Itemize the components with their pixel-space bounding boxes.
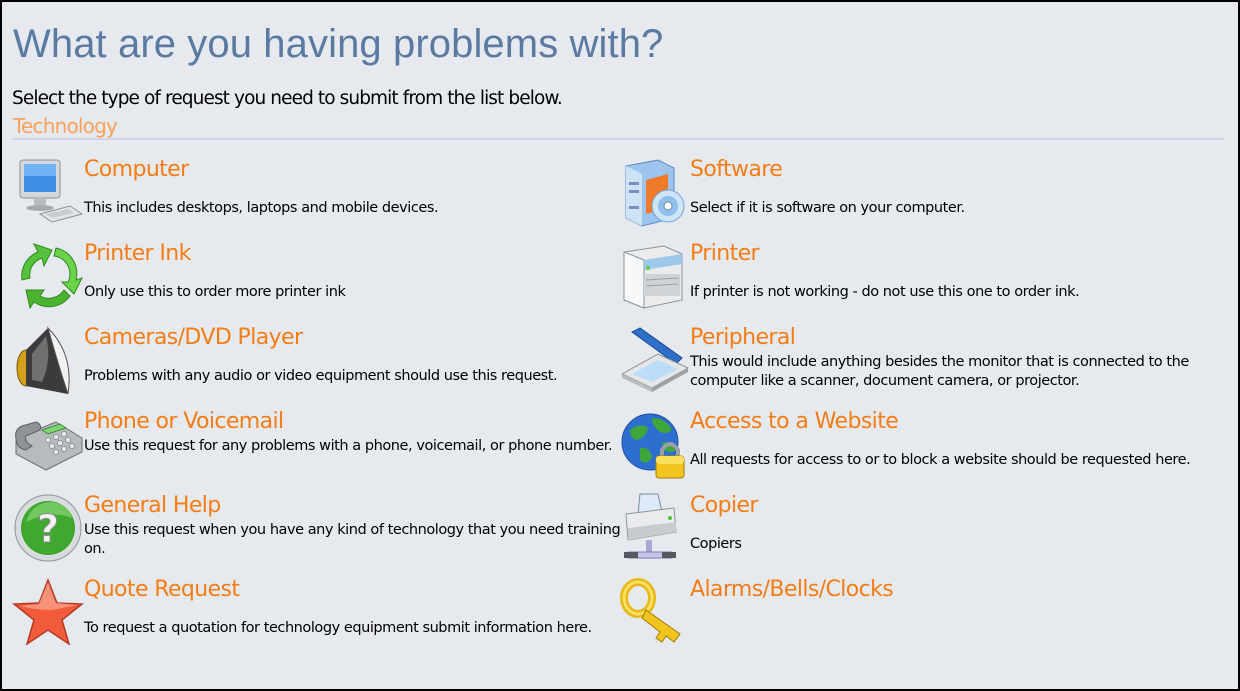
request-item-title[interactable]: Alarms/Bells/Clocks: [690, 577, 894, 603]
request-item-title[interactable]: Printer Ink: [84, 241, 191, 267]
request-item-computer[interactable]: Computer This includes desktops, laptops…: [12, 154, 612, 238]
request-item-cameras-dvd-player[interactable]: Cameras/DVD Player Problems with any aud…: [12, 322, 612, 406]
request-item-description: All requests for access to or to block a…: [690, 452, 1191, 468]
request-item-title[interactable]: Printer: [690, 241, 760, 267]
request-item-general-help[interactable]: ? General Help Use this request when you…: [12, 490, 621, 574]
section-divider: [12, 138, 1224, 140]
globe-lock-icon: [618, 408, 690, 480]
request-item-access-to-a-website[interactable]: Access to a Website All requests for acc…: [618, 406, 1218, 490]
recycle-icon: [12, 240, 84, 312]
request-item-software[interactable]: Software Select if it is software on you…: [618, 154, 1218, 238]
scanner-icon: [618, 324, 690, 396]
request-item-title[interactable]: Phone or Voicemail: [84, 409, 284, 435]
request-item-description: Only use this to order more printer ink: [84, 284, 346, 300]
request-item-title[interactable]: Cameras/DVD Player: [84, 325, 303, 351]
key-icon: [618, 576, 690, 648]
request-item-description: Problems with any audio or video equipme…: [84, 368, 558, 384]
request-item-description: This includes desktops, laptops and mobi…: [84, 200, 439, 216]
svg-text:?: ?: [37, 507, 59, 551]
request-item-description: Use this request when you have any kind …: [84, 522, 621, 557]
request-item-description: Use this request for any problems with a…: [84, 438, 613, 454]
section-label-technology: Technology: [13, 114, 118, 138]
request-item-phone-or-voicemail[interactable]: Phone or Voicemail Use this request for …: [12, 406, 613, 490]
request-item-printer[interactable]: Printer If printer is not working - do n…: [618, 238, 1218, 322]
request-item-description: To request a quotation for technology eq…: [84, 620, 592, 636]
request-item-title[interactable]: Copier: [690, 493, 758, 519]
speaker-icon: [12, 324, 84, 396]
page-container: What are you having problems with? Selec…: [2, 2, 1238, 689]
request-item-peripheral[interactable]: Peripheral This would include anything b…: [618, 322, 1218, 406]
request-item-title[interactable]: Computer: [84, 157, 189, 183]
printer-icon: [618, 240, 690, 312]
computer-icon: [12, 156, 84, 228]
request-item-quote-request[interactable]: Quote Request To request a quotation for…: [12, 574, 612, 658]
software-icon: [618, 156, 690, 228]
intro-text: Select the type of request you need to s…: [12, 88, 563, 109]
request-item-title[interactable]: Quote Request: [84, 577, 240, 603]
request-item-alarms-bells-clocks[interactable]: Alarms/Bells/Clocks: [618, 574, 1218, 658]
request-item-copier[interactable]: Copier Copiers: [618, 490, 1218, 574]
help-icon: ?: [12, 492, 84, 564]
request-item-description: If printer is not working - do not use t…: [690, 284, 1080, 300]
request-item-description: Copiers: [690, 536, 742, 552]
request-item-title[interactable]: Access to a Website: [690, 409, 899, 435]
request-item-description: Select if it is software on your compute…: [690, 200, 965, 216]
request-item-printer-ink[interactable]: Printer Ink Only use this to order more …: [12, 238, 612, 322]
request-item-title[interactable]: General Help: [84, 493, 221, 519]
star-icon: [12, 576, 84, 648]
request-item-description: This would include anything besides the …: [690, 354, 1189, 389]
page-title: What are you having problems with?: [13, 22, 664, 66]
request-item-title[interactable]: Peripheral: [690, 325, 796, 351]
network-printer-icon: [618, 492, 690, 564]
request-item-title[interactable]: Software: [690, 157, 783, 183]
phone-icon: [12, 408, 84, 480]
